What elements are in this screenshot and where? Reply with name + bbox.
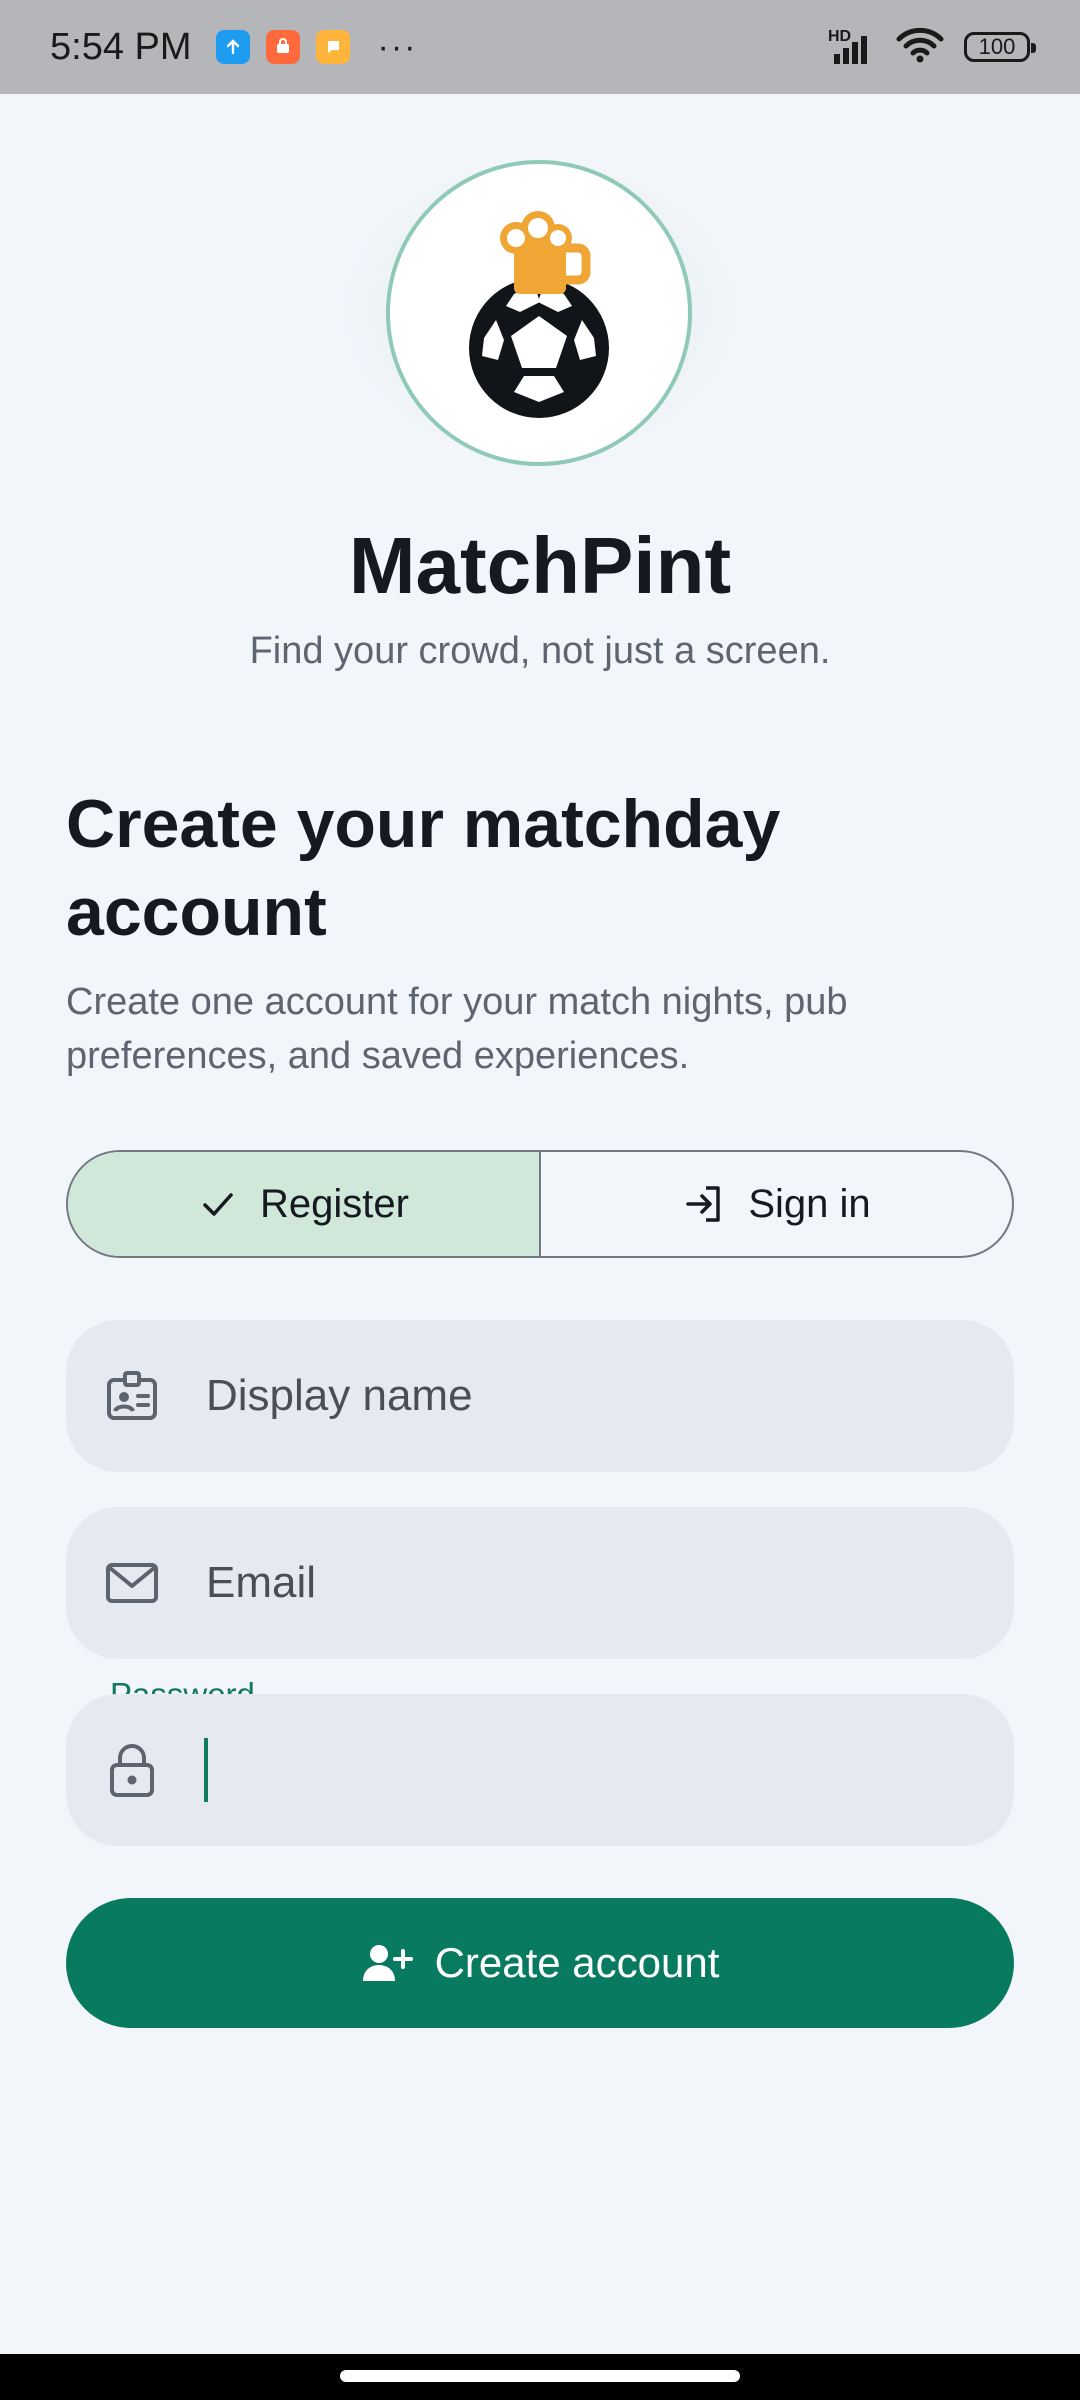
display-name-input[interactable] (204, 1370, 968, 1422)
system-nav-bar (0, 2354, 1080, 2400)
lock-icon (102, 1740, 162, 1800)
app-name: MatchPint (348, 521, 732, 610)
more-notifications-icon: ··· (377, 28, 418, 66)
mail-icon (102, 1553, 162, 1613)
message-notification-icon (315, 30, 350, 64)
network-type-label: HD (828, 28, 852, 45)
upload-notification-icon (215, 30, 250, 64)
app-logo (386, 160, 692, 466)
password-field[interactable] (66, 1694, 1014, 1846)
battery-icon: 100 (964, 32, 1036, 62)
create-account-label: Create account (434, 1939, 720, 1986)
signal-icon: HD (828, 28, 876, 64)
shop-notification-icon (265, 30, 300, 64)
tab-sign-in[interactable]: Sign in (541, 1152, 1012, 1256)
display-name-field[interactable] (66, 1320, 1014, 1472)
email-field[interactable] (66, 1507, 1014, 1659)
login-icon (686, 1186, 721, 1222)
tab-sign-in-label: Sign in (748, 1181, 871, 1226)
id-badge-icon (102, 1366, 162, 1426)
wifi-icon (896, 27, 944, 68)
status-time: 5:54 PM (50, 25, 192, 68)
check-icon (203, 1193, 233, 1216)
app-tagline: Find your crowd, not just a screen. (249, 630, 831, 672)
soccer-ball-beer-icon (469, 211, 609, 418)
status-bar: 5:54 PM ··· HD 100 (0, 0, 1080, 94)
tab-register[interactable]: Register (68, 1152, 541, 1256)
tab-register-label: Register (260, 1181, 409, 1226)
person-add-icon (362, 1945, 413, 1981)
page-description: Create one account for your match nights… (66, 981, 848, 1077)
create-account-button[interactable]: Create account (66, 1898, 1014, 2028)
email-input[interactable] (204, 1557, 968, 1609)
home-indicator[interactable] (340, 2370, 740, 2382)
page-title: Create your matchday account (66, 786, 781, 950)
auth-mode-toggle: Register Sign in (66, 1150, 1014, 1258)
text-cursor (204, 1738, 208, 1802)
